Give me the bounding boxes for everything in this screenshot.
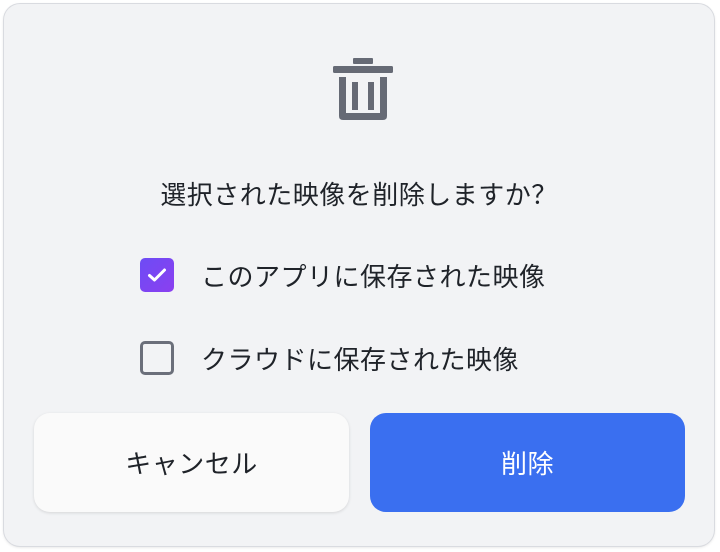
- checkbox-checked[interactable]: [140, 258, 174, 292]
- delete-confirm-dialog: 選択された映像を削除しますか？ このアプリに保存された映像 クラウドに保存された…: [4, 4, 714, 546]
- delete-button[interactable]: 削除: [370, 413, 685, 512]
- cancel-button[interactable]: キャンセル: [34, 413, 349, 512]
- option-app-videos[interactable]: このアプリに保存された映像: [140, 255, 546, 295]
- checkmark-icon: [148, 268, 166, 282]
- option-label: このアプリに保存された映像: [201, 262, 546, 293]
- option-label: クラウドに保存された映像: [201, 345, 520, 376]
- trash-icon: [333, 58, 393, 120]
- option-cloud-videos[interactable]: クラウドに保存された映像: [140, 338, 519, 378]
- dialog-title: 選択された映像を削除しますか？: [160, 181, 558, 211]
- checkbox-unchecked[interactable]: [140, 341, 174, 375]
